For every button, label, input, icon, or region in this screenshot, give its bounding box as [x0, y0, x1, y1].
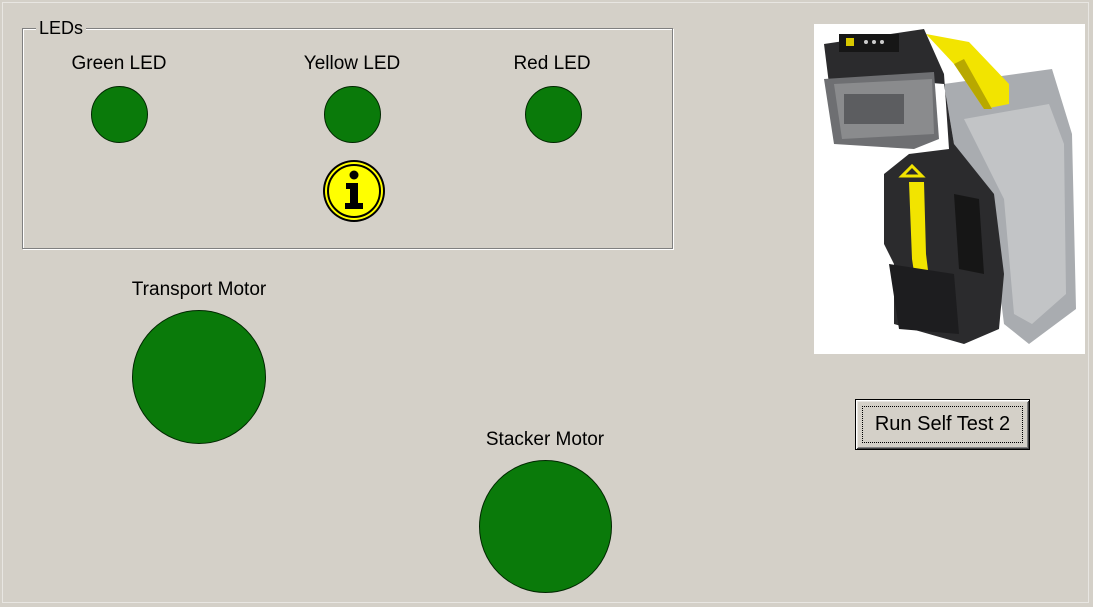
green-led-label: Green LED — [71, 53, 167, 74]
transport-motor-label: Transport Motor — [131, 279, 267, 300]
transport-motor-indicator — [132, 310, 266, 444]
red-led-label: Red LED — [513, 53, 591, 74]
red-led-indicator — [525, 86, 582, 143]
yellow-led-indicator — [324, 86, 381, 143]
bill-validator-photo — [814, 24, 1085, 354]
yellow-led-label: Yellow LED — [303, 53, 401, 74]
run-self-test-2-label: Run Self Test 2 — [862, 406, 1023, 443]
run-self-test-2-button[interactable]: Run Self Test 2 — [855, 399, 1030, 450]
leds-groupbox-title: LEDs — [36, 18, 87, 38]
bill-validator-illustration — [824, 29, 1076, 344]
stacker-motor-indicator — [479, 460, 612, 593]
green-led-indicator — [91, 86, 148, 143]
info-icon — [323, 160, 385, 222]
diagnostics-window: LEDs Green LED Yellow LED Red LED Transp… — [0, 0, 1093, 607]
stacker-motor-label: Stacker Motor — [485, 429, 605, 450]
